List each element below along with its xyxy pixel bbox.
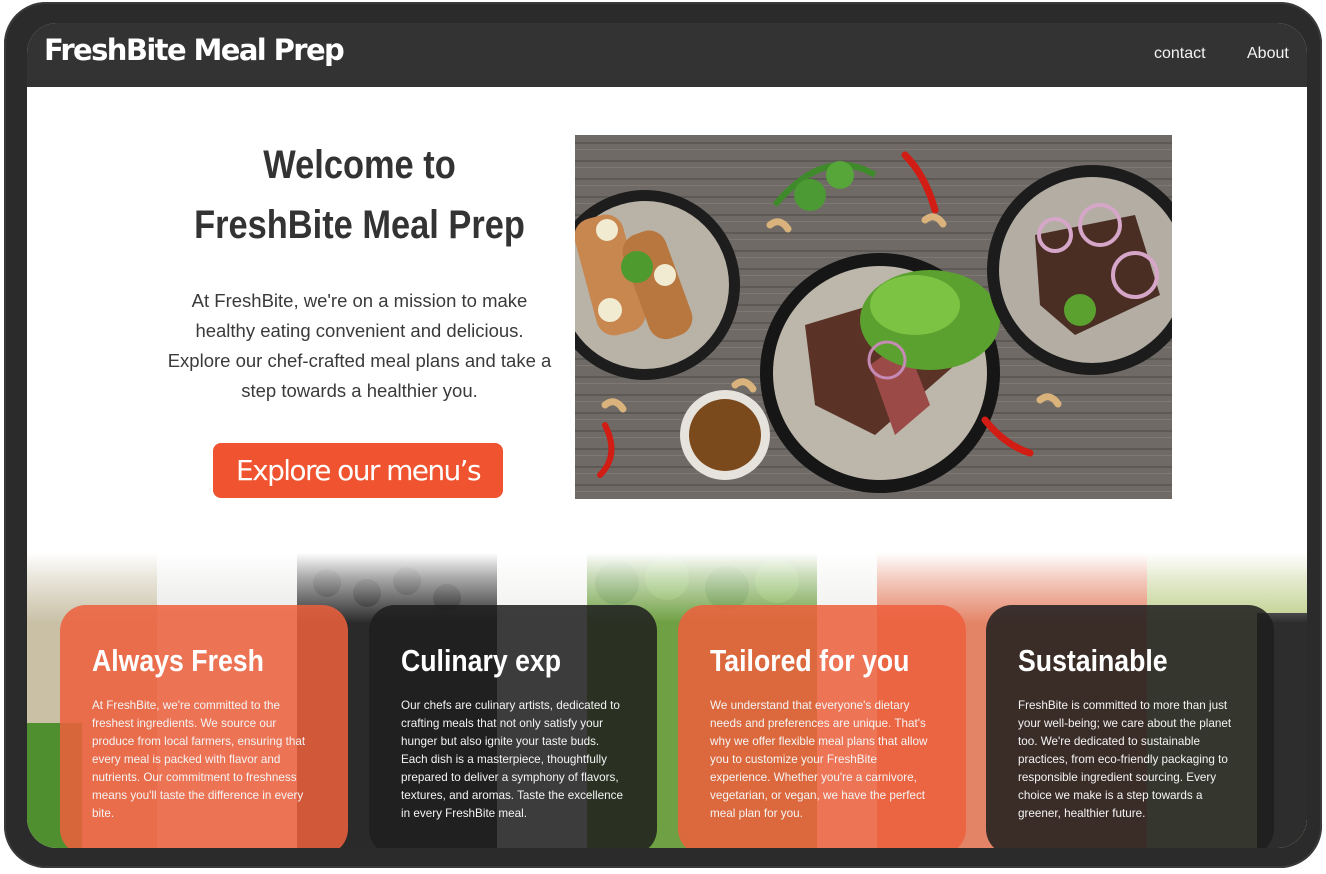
browser-viewport: FreshBite Meal Prep contact About Welcom… [27, 23, 1307, 848]
top-navigation-bar: FreshBite Meal Prep contact About [27, 23, 1307, 87]
features-section: Always Fresh At FreshBite, we're committ… [27, 553, 1307, 848]
feature-title: Culinary exp [401, 643, 562, 678]
hero-title: Welcome to FreshBite Meal Prep [194, 143, 525, 247]
feature-text: FreshBite is committed to more than just… [1018, 699, 1232, 820]
feature-title: Sustainable [1018, 643, 1168, 678]
hero-description: At FreshBite, we're on a mission to make… [167, 290, 552, 401]
feature-text: We understand that everyone's dietary ne… [710, 699, 928, 820]
feature-title: Tailored for you [710, 643, 910, 678]
brand-logo[interactable]: FreshBite Meal Prep [44, 33, 345, 67]
explore-menu-button[interactable]: Explore our menu’s [213, 443, 503, 498]
feature-card-sustainable: Sustainable FreshBite is committed to mo… [986, 605, 1274, 848]
feature-card-always-fresh: Always Fresh At FreshBite, we're committ… [60, 605, 348, 848]
feature-card-tailored: Tailored for you We understand that ever… [678, 605, 966, 848]
device-frame: FreshBite Meal Prep contact About Welcom… [4, 2, 1322, 868]
feature-title: Always Fresh [92, 643, 264, 678]
nav-link-about[interactable]: About [1247, 45, 1289, 63]
feature-card-culinary-exp: Culinary exp Our chefs are culinary arti… [369, 605, 657, 848]
feature-text: At FreshBite, we're committed to the fre… [92, 699, 306, 820]
feature-text: Our chefs are culinary artists, dedicate… [401, 699, 623, 820]
nav-link-contact[interactable]: contact [1154, 45, 1206, 63]
meal-bowls-photo [575, 135, 1172, 499]
